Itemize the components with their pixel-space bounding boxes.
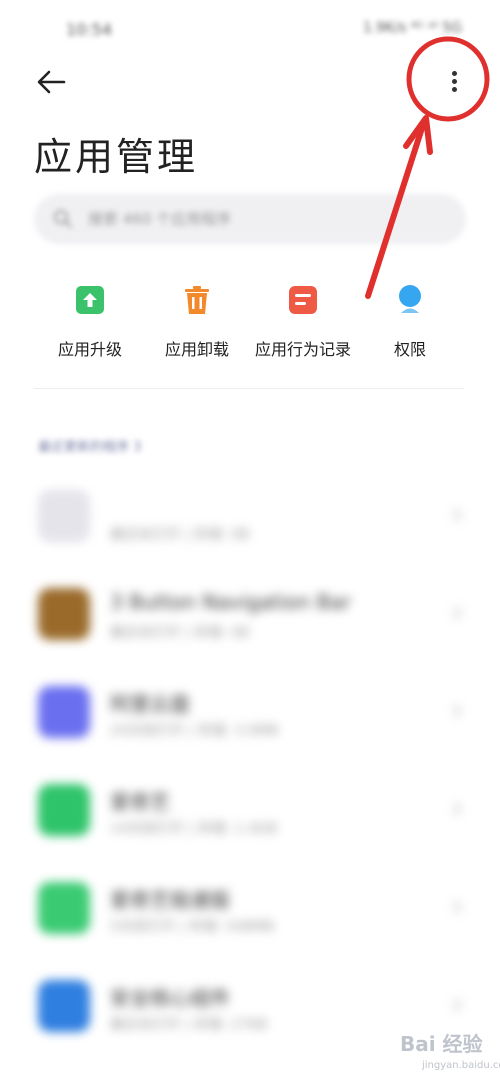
- app-meta: 最近未打开 | 存储: 27KB: [110, 1017, 268, 1033]
- upgrade-icon: [76, 286, 104, 314]
- app-icon: [38, 882, 90, 934]
- quick-action-label: 应用卸载: [164, 340, 229, 359]
- back-button[interactable]: [34, 64, 70, 100]
- app-name: 安全核心组件: [110, 986, 230, 1010]
- app-list-item[interactable]: 最近未打开 | 存储: 0B: [0, 490, 500, 580]
- chevron-right-icon: [453, 606, 462, 620]
- watermark: Bai 经验 jingyan.baidu.com: [380, 1026, 500, 1080]
- app-meta: 24天前打开 | 存储: 3.9MB: [110, 723, 279, 739]
- app-icon: [38, 980, 90, 1032]
- quick-action-uninstall[interactable]: 应用卸载: [142, 282, 252, 360]
- app-meta: 5天前打开 | 存储: 548MB: [110, 919, 275, 935]
- app-icon: [38, 784, 90, 836]
- search-input[interactable]: 搜索 460 个应用程序: [34, 194, 466, 244]
- chevron-right-icon: [453, 802, 462, 816]
- record-icon: [289, 286, 317, 314]
- app-name: 爱奇艺: [110, 790, 170, 814]
- quick-action-label: 权限: [393, 340, 426, 359]
- app-name: 3 Button Navigation Bar: [110, 590, 351, 614]
- quick-action-label: 应用行为记录: [254, 340, 351, 359]
- app-meta: 最近未打开 | 存储: 0B: [110, 527, 250, 543]
- chevron-right-icon: [453, 704, 462, 718]
- page-title: 应用管理: [34, 135, 199, 179]
- trash-icon: [185, 286, 209, 314]
- section-header: 最近更新的程序 3: [38, 440, 142, 455]
- app-list-item[interactable]: 爱奇艺 14天前打开 | 存储: 1.4GB: [0, 784, 500, 874]
- more-options-button[interactable]: [436, 62, 472, 102]
- watermark-text: Bai 经验: [400, 1032, 483, 1056]
- quick-action-upgrade[interactable]: 应用升级: [35, 282, 145, 360]
- chevron-right-icon: [453, 508, 462, 522]
- app-list-item[interactable]: 阿里云盘 24天前打开 | 存储: 3.9MB: [0, 686, 500, 776]
- app-name: 阿里云盘: [110, 692, 190, 716]
- back-arrow-icon: [37, 70, 66, 94]
- search-placeholder: 搜索 460 个应用程序: [88, 210, 232, 228]
- app-name: 爱奇艺极速版: [110, 888, 230, 912]
- watermark-sub: jingyan.baidu.com: [422, 1060, 500, 1071]
- status-time: 10:54: [66, 20, 113, 39]
- app-list-item[interactable]: 爱奇艺极速版 5天前打开 | 存储: 548MB: [0, 882, 500, 972]
- quick-action-behavior-record[interactable]: 应用行为记录: [248, 282, 358, 360]
- quick-action-permissions[interactable]: 权限: [355, 282, 465, 360]
- app-icon: [38, 588, 90, 640]
- app-meta: 14天前打开 | 存储: 1.4GB: [110, 821, 278, 837]
- annotation-arrowhead: [403, 115, 433, 155]
- app-meta: 最近未打开 | 存储: 0B: [110, 625, 250, 641]
- search-icon: [54, 210, 72, 228]
- divider: [34, 388, 464, 389]
- app-list-item[interactable]: 3 Button Navigation Bar 最近未打开 | 存储: 0B: [0, 588, 500, 678]
- chevron-right-icon: [453, 900, 462, 914]
- quick-action-label: 应用升级: [57, 340, 122, 359]
- app-icon: [38, 490, 90, 542]
- chevron-right-icon: [453, 998, 462, 1012]
- status-indicators: 1.9K/s ⁴ᴳ ᵃˡˡ 5G: [362, 20, 462, 36]
- permission-icon: [399, 285, 421, 313]
- app-icon: [38, 686, 90, 738]
- status-bar: 10:54 1.9K/s ⁴ᴳ ᵃˡˡ 5G: [0, 0, 500, 60]
